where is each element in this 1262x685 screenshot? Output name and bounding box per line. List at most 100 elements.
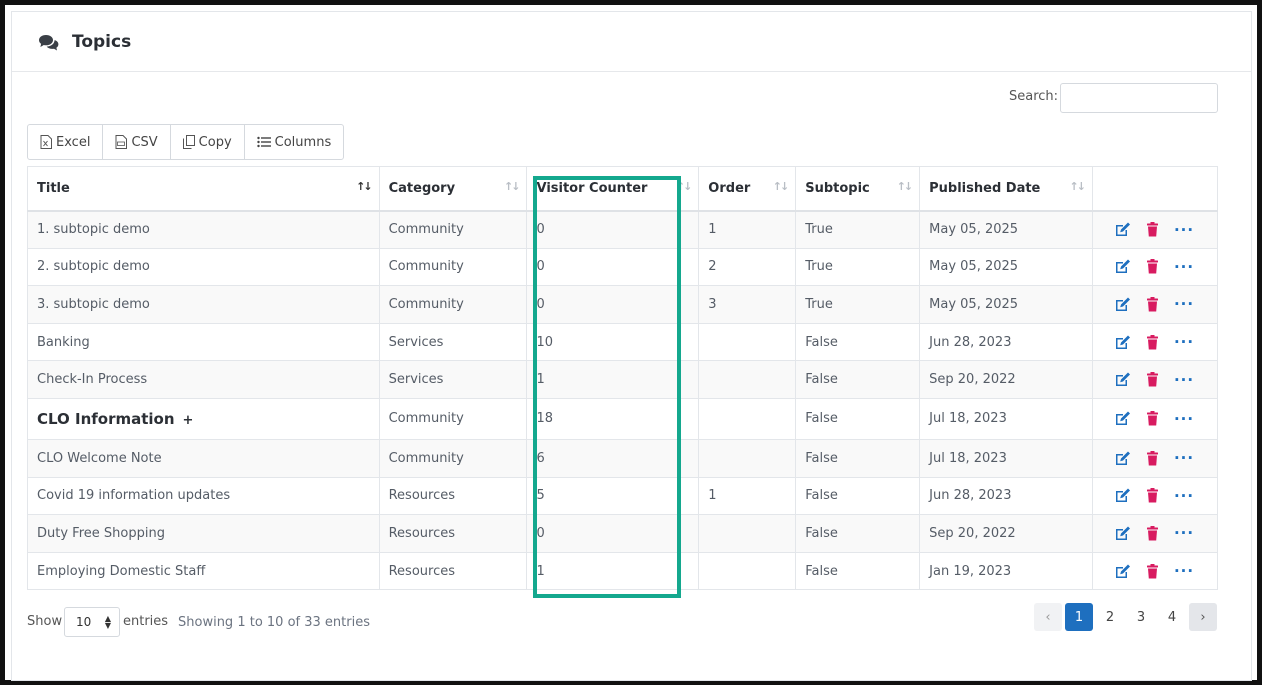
row-actions: ··· bbox=[1102, 371, 1208, 388]
more-icon[interactable]: ··· bbox=[1174, 526, 1194, 541]
trash-icon[interactable] bbox=[1144, 487, 1161, 504]
cell-title: CLO Welcome Note bbox=[27, 438, 380, 478]
cell-category: Community bbox=[378, 210, 528, 249]
cell-published-date: Jul 18, 2023 bbox=[919, 438, 1093, 478]
cell-category: Resources bbox=[378, 514, 528, 553]
chevron-right-icon: › bbox=[1200, 609, 1206, 625]
more-icon[interactable]: ··· bbox=[1174, 335, 1194, 350]
page-title: Topics bbox=[72, 32, 132, 52]
more-icon[interactable]: ··· bbox=[1174, 372, 1194, 387]
cell-category: Resources bbox=[378, 476, 528, 516]
more-icon[interactable]: ··· bbox=[1174, 411, 1194, 426]
page-length-value: 10 bbox=[76, 615, 92, 629]
cell-actions: ··· bbox=[1091, 397, 1219, 440]
column-category-label: Category bbox=[388, 180, 456, 196]
copy-button[interactable]: Copy bbox=[171, 125, 245, 159]
row-actions: ··· bbox=[1102, 487, 1208, 504]
trash-icon[interactable] bbox=[1144, 221, 1161, 238]
trash-icon[interactable] bbox=[1144, 450, 1161, 467]
more-icon[interactable]: ··· bbox=[1174, 259, 1194, 274]
more-icon[interactable]: ··· bbox=[1174, 297, 1194, 312]
edit-icon[interactable] bbox=[1114, 563, 1131, 580]
cell-visitor-counter: 0 bbox=[526, 514, 700, 553]
row-actions: ··· bbox=[1102, 334, 1208, 351]
cell-visitor-counter: 0 bbox=[526, 285, 700, 324]
column-header-subtopic[interactable]: Subtopic ↑↓ bbox=[795, 166, 921, 212]
column-header-published-date[interactable]: Published Date ↑↓ bbox=[919, 166, 1093, 212]
sort-icon: ↑↓ bbox=[772, 180, 790, 193]
cell-order: 1 bbox=[698, 476, 797, 516]
cell-subtopic: False bbox=[795, 514, 921, 553]
cell-published-date: Jun 28, 2023 bbox=[919, 322, 1093, 362]
previous-page-button[interactable]: ‹ bbox=[1034, 603, 1062, 631]
more-icon[interactable]: ··· bbox=[1174, 488, 1194, 503]
table-row: Banking Services 10 False Jun 28, 2023 ··· bbox=[27, 322, 1219, 362]
cell-visitor-counter: 18 bbox=[526, 397, 700, 440]
column-order-label: Order bbox=[708, 180, 751, 196]
page-button-4[interactable]: 4 bbox=[1158, 603, 1186, 631]
cell-title: 3. subtopic demo bbox=[27, 285, 380, 324]
page-button-2[interactable]: 2 bbox=[1096, 603, 1124, 631]
cell-visitor-counter: 1 bbox=[526, 360, 700, 399]
trash-icon[interactable] bbox=[1144, 296, 1161, 313]
edit-icon[interactable] bbox=[1114, 450, 1131, 467]
edit-icon[interactable] bbox=[1114, 296, 1131, 313]
cell-actions: ··· bbox=[1091, 247, 1219, 287]
cell-published-date: Sep 20, 2022 bbox=[919, 360, 1093, 399]
more-icon[interactable]: ··· bbox=[1174, 451, 1194, 466]
sort-icon: ↑↓ bbox=[675, 180, 693, 193]
next-page-button[interactable]: › bbox=[1189, 603, 1217, 631]
row-title: Covid 19 information updates bbox=[37, 488, 231, 504]
more-icon[interactable]: ··· bbox=[1174, 564, 1194, 579]
csv-file-icon bbox=[115, 135, 128, 149]
trash-icon[interactable] bbox=[1144, 525, 1161, 542]
column-header-order[interactable]: Order ↑↓ bbox=[698, 166, 797, 212]
cell-published-date: May 05, 2025 bbox=[919, 285, 1093, 324]
trash-icon[interactable] bbox=[1144, 563, 1161, 580]
cell-order bbox=[698, 360, 797, 399]
list-icon bbox=[256, 136, 271, 148]
edit-icon[interactable] bbox=[1114, 334, 1131, 351]
edit-icon[interactable] bbox=[1114, 487, 1131, 504]
edit-icon[interactable] bbox=[1114, 410, 1131, 427]
search-input[interactable] bbox=[1060, 83, 1218, 113]
excel-label: Excel bbox=[56, 134, 91, 150]
table-row: 1. subtopic demo Community 0 1 True May 05, 2… bbox=[27, 210, 1219, 249]
trash-icon[interactable] bbox=[1144, 334, 1161, 351]
table-header-row: Title ↑↓ Category ↑↓ Visitor Counter ↑↓ Ord… bbox=[27, 166, 1219, 212]
topics-table: Title ↑↓ Category ↑↓ Visitor Counter ↑↓ Ord… bbox=[27, 166, 1219, 591]
trash-icon[interactable] bbox=[1144, 410, 1161, 427]
cell-subtopic: False bbox=[795, 397, 921, 440]
row-actions: ··· bbox=[1102, 525, 1208, 542]
trash-icon[interactable] bbox=[1144, 371, 1161, 388]
cell-subtopic: True bbox=[795, 285, 921, 324]
trash-icon[interactable] bbox=[1144, 258, 1161, 275]
edit-icon[interactable] bbox=[1114, 371, 1131, 388]
columns-button[interactable]: Columns bbox=[245, 125, 344, 159]
cell-order: 2 bbox=[698, 247, 797, 287]
table-row: Covid 19 information updates Resources 5 1 F… bbox=[27, 476, 1219, 516]
page-button-1[interactable]: 1 bbox=[1065, 603, 1093, 631]
page-button-3[interactable]: 3 bbox=[1127, 603, 1155, 631]
cell-actions: ··· bbox=[1091, 551, 1219, 591]
column-header-visitor-counter[interactable]: Visitor Counter ↑↓ bbox=[526, 166, 700, 212]
page-length-select[interactable]: 10 ▲ ▼ bbox=[64, 607, 120, 637]
cell-title: 2. subtopic demo bbox=[27, 247, 380, 287]
edit-icon[interactable] bbox=[1114, 221, 1131, 238]
cell-actions: ··· bbox=[1091, 476, 1219, 516]
column-header-category[interactable]: Category ↑↓ bbox=[378, 166, 528, 212]
expand-plus-icon[interactable]: + bbox=[183, 413, 194, 428]
column-header-title[interactable]: Title ↑↓ bbox=[27, 166, 380, 212]
more-icon[interactable]: ··· bbox=[1174, 222, 1194, 237]
csv-button[interactable]: CSV bbox=[103, 125, 171, 159]
edit-icon[interactable] bbox=[1114, 525, 1131, 542]
show-label: Show bbox=[27, 614, 63, 629]
table-row: CLO Information + Community 18 False Jul 18, … bbox=[27, 397, 1219, 440]
row-actions: ··· bbox=[1102, 258, 1208, 275]
cell-title: Duty Free Shopping bbox=[27, 514, 380, 553]
cell-published-date: Sep 20, 2022 bbox=[919, 514, 1093, 553]
cell-actions: ··· bbox=[1091, 322, 1219, 362]
edit-icon[interactable] bbox=[1114, 258, 1131, 275]
excel-button[interactable]: Excel bbox=[28, 125, 104, 159]
cell-order bbox=[698, 438, 797, 478]
